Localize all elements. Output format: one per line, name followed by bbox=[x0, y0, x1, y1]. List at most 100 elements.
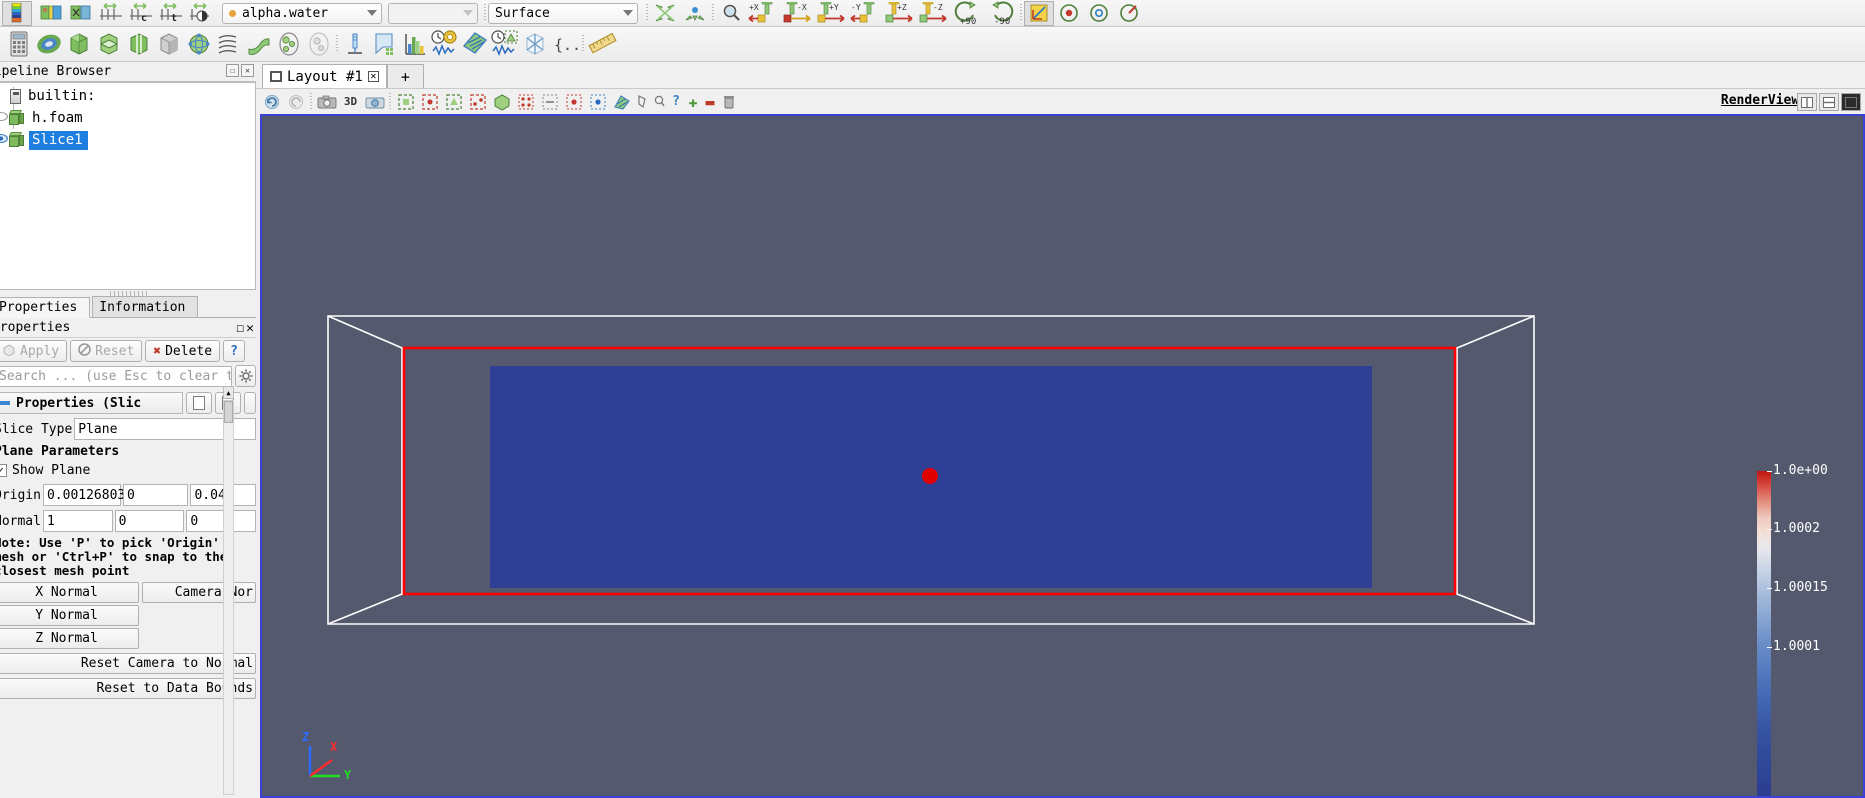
z-normal-button[interactable]: Z Normal bbox=[0, 628, 139, 649]
set-view-plus-z-icon[interactable]: +Z bbox=[882, 1, 916, 26]
set-view-plus-y-icon[interactable]: +Y bbox=[814, 1, 848, 26]
reset-to-data-bounds-button[interactable]: Reset to Data Bounds bbox=[0, 678, 256, 699]
split-vertical-icon[interactable] bbox=[1819, 93, 1839, 111]
calculator-filter-icon[interactable] bbox=[4, 31, 34, 57]
select-polygon-icon[interactable] bbox=[634, 91, 650, 113]
pipeline-item-builtin[interactable]: builtin: bbox=[0, 85, 255, 107]
delete-button[interactable]: ✖ Delete bbox=[145, 340, 221, 362]
float-panel-icon[interactable]: ☐ bbox=[226, 64, 239, 77]
zoom-to-data-icon[interactable] bbox=[680, 1, 710, 26]
undo-camera-icon[interactable] bbox=[260, 91, 283, 113]
origin-x-input[interactable]: 0.00126803 bbox=[42, 484, 125, 506]
show-center-icon[interactable] bbox=[1114, 1, 1144, 26]
rescale-to-custom-range-icon[interactable] bbox=[66, 1, 96, 26]
properties-scroll-up-arrow[interactable]: ▲ bbox=[223, 386, 234, 399]
maximize-view-icon[interactable] bbox=[1841, 93, 1861, 111]
properties-search-input[interactable]: Search ... (use Esc to clear t… bbox=[0, 365, 233, 387]
hover-cells-icon[interactable] bbox=[562, 91, 585, 113]
rescale-to-data-range-over-time-icon[interactable] bbox=[96, 1, 126, 26]
camera-snapshot-icon[interactable] bbox=[315, 91, 338, 113]
threshold-filter-icon[interactable] bbox=[124, 32, 154, 57]
toggle-2d-3d-button[interactable]: 3D bbox=[339, 91, 362, 113]
advanced-properties-gear-icon[interactable] bbox=[235, 365, 256, 387]
normal-z-input[interactable]: 0 bbox=[186, 510, 256, 532]
help-select-icon[interactable]: ? bbox=[668, 91, 684, 113]
properties-scrollbar[interactable] bbox=[223, 400, 234, 795]
layout-tab-1[interactable]: Layout #1 ✕ bbox=[262, 64, 387, 88]
glyph-filter-icon[interactable] bbox=[184, 32, 214, 57]
select-cells-on-icon[interactable] bbox=[394, 91, 417, 113]
set-view-minus-z-icon[interactable]: -Z bbox=[916, 1, 950, 26]
pipeline-tree[interactable]: builtin: h.foam Slice1 bbox=[0, 82, 256, 290]
render-view[interactable]: 1.0e+00 1.0002 1.00015 1.0001 Z X Y bbox=[260, 114, 1865, 798]
pipeline-item-h-foam[interactable]: h.foam bbox=[0, 107, 255, 129]
y-normal-button[interactable]: Y Normal bbox=[0, 605, 139, 626]
extract-subset-filter-icon[interactable] bbox=[154, 32, 184, 57]
plot-data-over-time-icon[interactable] bbox=[430, 30, 460, 57]
plot-over-line-icon[interactable] bbox=[370, 32, 400, 57]
show-plane-row[interactable]: ✓ Show Plane bbox=[0, 459, 256, 481]
restore-defaults-button[interactable] bbox=[244, 392, 256, 414]
tab-information[interactable]: Information bbox=[92, 296, 199, 317]
axes-glyph-icon[interactable] bbox=[520, 32, 550, 57]
visibility-eye-icon[interactable] bbox=[0, 110, 8, 126]
extract-level-filter-icon[interactable] bbox=[304, 32, 334, 57]
shrink-selection-minus-icon[interactable]: ▬ bbox=[702, 91, 718, 113]
interactive-select-points-icon[interactable] bbox=[538, 91, 561, 113]
show-plane-checkbox[interactable]: ✓ bbox=[0, 463, 7, 477]
measure-ruler-icon[interactable] bbox=[586, 32, 620, 57]
close-panel-icon[interactable]: ✕ bbox=[246, 321, 254, 336]
component-selector-combo[interactable] bbox=[388, 2, 478, 24]
group-datasets-filter-icon[interactable] bbox=[274, 32, 304, 57]
normal-x-input[interactable]: 1 bbox=[42, 510, 113, 532]
set-view-minus-x-icon[interactable]: -X bbox=[780, 1, 814, 26]
query-select-icon[interactable] bbox=[651, 91, 667, 113]
capture-screenshot-icon[interactable] bbox=[363, 91, 386, 113]
reset-camera-to-normal-button[interactable]: Reset Camera to Normal bbox=[0, 653, 256, 674]
expand-selection-plus-icon[interactable]: ✚ bbox=[685, 91, 701, 113]
close-layout-icon[interactable]: ✕ bbox=[367, 71, 379, 82]
rescale-to-visible-range-icon[interactable]: c bbox=[126, 1, 156, 26]
clip-filter-icon[interactable] bbox=[64, 32, 94, 57]
rescale-temporal-icon[interactable]: t bbox=[156, 1, 186, 26]
float-panel-icon[interactable]: ☐ bbox=[236, 321, 244, 336]
camera-normal-button[interactable]: Camera Nor bbox=[142, 582, 256, 603]
split-horizontal-icon[interactable] bbox=[1797, 93, 1817, 111]
reset-button[interactable]: Reset bbox=[70, 340, 143, 362]
select-cells-through-icon[interactable] bbox=[442, 91, 465, 113]
help-button[interactable]: ? bbox=[223, 340, 245, 362]
rotate-minus-90-icon[interactable]: -90 bbox=[984, 1, 1018, 26]
set-view-minus-y-icon[interactable]: -Y bbox=[848, 1, 882, 26]
rescale-to-data-range-icon[interactable] bbox=[36, 1, 66, 26]
select-block-icon[interactable] bbox=[490, 91, 513, 113]
add-layout-tab[interactable]: + bbox=[386, 64, 424, 88]
stream-tracer-filter-icon[interactable] bbox=[214, 32, 244, 57]
array-selector-combo[interactable]: alpha.water bbox=[222, 2, 382, 24]
programmable-filter-icon[interactable]: {..} bbox=[550, 32, 580, 57]
hover-points-icon[interactable] bbox=[586, 91, 609, 113]
probe-location-icon[interactable] bbox=[340, 32, 370, 57]
select-points-through-icon[interactable] bbox=[466, 91, 489, 113]
warp-filter-icon[interactable] bbox=[244, 32, 274, 57]
redo-camera-icon[interactable] bbox=[284, 91, 307, 113]
color-legend[interactable]: 1.0e+00 1.0002 1.00015 1.0001 bbox=[1735, 463, 1853, 796]
properties-group-header[interactable]: Properties (Slic bbox=[0, 392, 183, 414]
select-frustum-icon[interactable] bbox=[610, 91, 633, 113]
pipeline-item-slice1[interactable]: Slice1 bbox=[0, 129, 255, 151]
normal-y-input[interactable]: 0 bbox=[114, 510, 185, 532]
tab-properties[interactable]: Properties bbox=[0, 297, 91, 318]
reset-center-icon[interactable] bbox=[1084, 1, 1114, 26]
temporal-statistics-icon[interactable] bbox=[490, 30, 520, 57]
close-panel-icon[interactable]: ✕ bbox=[241, 64, 254, 77]
visibility-eye-icon[interactable] bbox=[0, 132, 8, 148]
center-axes-visibility-icon[interactable] bbox=[1024, 0, 1054, 26]
copy-properties-button[interactable] bbox=[186, 392, 212, 414]
slice-filter-icon[interactable] bbox=[94, 32, 124, 57]
clear-selection-icon[interactable] bbox=[719, 91, 739, 113]
x-normal-button[interactable]: X Normal bbox=[0, 582, 139, 603]
pick-center-icon[interactable] bbox=[1054, 1, 1084, 26]
dock-splitter-handle[interactable] bbox=[110, 291, 150, 296]
set-view-plus-x-icon[interactable]: +X bbox=[746, 1, 780, 26]
histogram-icon[interactable] bbox=[400, 32, 430, 57]
interactive-select-cells-icon[interactable] bbox=[514, 91, 537, 113]
